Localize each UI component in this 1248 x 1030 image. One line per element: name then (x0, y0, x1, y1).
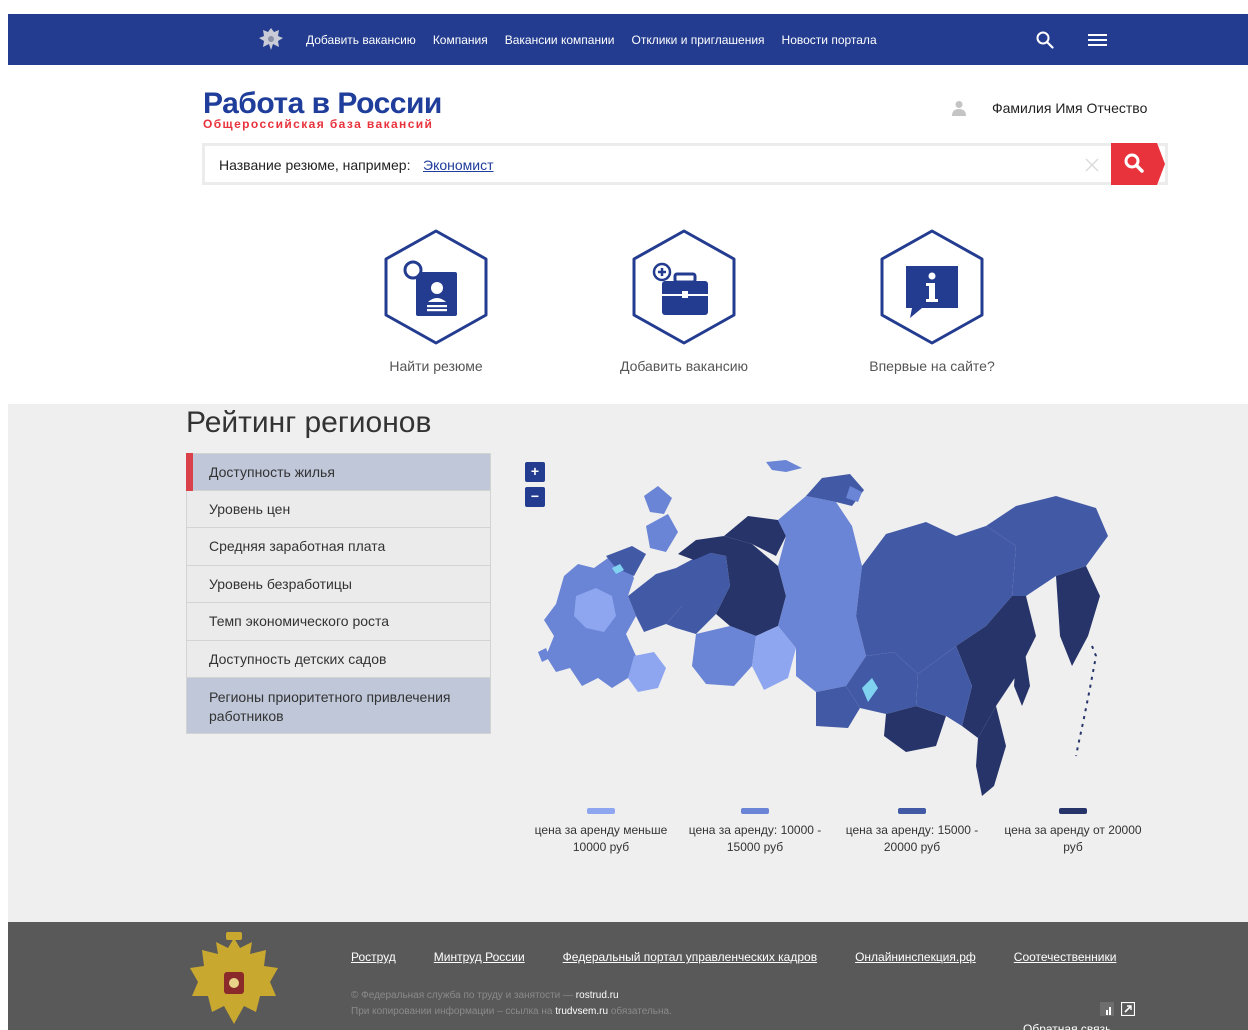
legend-item-1: цена за аренду меньше 10000 руб (526, 808, 676, 856)
map-region-kaliningrad[interactable] (538, 648, 550, 662)
legend-item-4: цена за аренду от 20000 руб (998, 808, 1148, 856)
nav-add-vacancy[interactable]: Добавить вакансию (306, 33, 416, 47)
legend-label-2: цена за аренду: 10000 - 15000 руб (688, 823, 822, 854)
tab-salary[interactable]: Средняя заработная плата (186, 528, 491, 566)
map-region-west-siberia[interactable] (692, 626, 756, 686)
tile-first-visit-label: Впервые на сайте? (869, 358, 995, 374)
copy-notice-prefix: При копировании информации – ссылка на (351, 1006, 556, 1017)
footer-copyright: © Федеральная служба по труду и занятост… (351, 988, 672, 1020)
feedback-link[interactable]: Обратная связь (1023, 1022, 1111, 1030)
user-icon (952, 101, 966, 116)
logo-title: Работа в России (203, 87, 442, 120)
nav-links: Добавить вакансию Компания Вакансии комп… (306, 14, 894, 65)
nav-news[interactable]: Новости портала (782, 33, 877, 47)
map-region-south[interactable] (628, 652, 666, 692)
legend-swatch-2 (741, 808, 769, 814)
tab-kindergartens[interactable]: Доступность детских садов (186, 640, 491, 678)
map-region-zabaikal[interactable] (884, 706, 946, 752)
eagle-emblem-icon[interactable] (258, 26, 284, 52)
tab-prices[interactable]: Уровень цен (186, 490, 491, 528)
tile-find-resume[interactable]: Найти резюме (361, 228, 511, 374)
copy-notice-site[interactable]: trudvsem.ru (555, 1006, 608, 1017)
nav-company-vacancies[interactable]: Вакансии компании (505, 33, 615, 47)
menu-icon[interactable] (1088, 33, 1107, 47)
tile-first-visit[interactable]: Впервые на сайте? (857, 228, 1007, 374)
external-link-icon[interactable] (1121, 1002, 1135, 1016)
footer: Роструд Минтруд России Федеральный порта… (8, 922, 1248, 1030)
rating-tabs: Доступность жилья Уровень цен Средняя за… (186, 453, 491, 734)
nav-responses[interactable]: Отклики и приглашения (631, 33, 764, 47)
clear-icon[interactable] (1085, 158, 1099, 172)
legend-item-2: цена за аренду: 10000 - 15000 руб (680, 808, 830, 856)
page: Добавить вакансию Компания Вакансии комп… (0, 0, 1248, 1030)
add-briefcase-icon (632, 229, 736, 345)
map-region-novaya-zemlya[interactable] (644, 486, 672, 514)
logo-subtitle: Общероссийская база вакансий (203, 117, 434, 131)
footer-link-onlineinspection[interactable]: Онлайнинспекция.рф (855, 950, 976, 964)
tab-growth[interactable]: Темп экономического роста (186, 603, 491, 641)
footer-links: Роструд Минтруд России Федеральный порта… (351, 950, 1154, 964)
map-region-kamchatka[interactable] (1056, 566, 1100, 666)
legend-label-3: цена за аренду: 15000 - 20000 руб (845, 823, 979, 854)
russia-regions-map[interactable] (516, 456, 1126, 806)
search-example-link[interactable]: Экономист (423, 157, 494, 173)
footer-link-rostrud[interactable]: Роструд (351, 950, 396, 964)
user-profile[interactable]: Фамилия Имя Отчество (952, 100, 1147, 116)
legend-label-1: цена за аренду меньше 10000 руб (534, 823, 668, 854)
legend-label-4: цена за аренду от 20000 руб (1004, 823, 1142, 854)
counter-icon[interactable] (1100, 1002, 1114, 1016)
legend-swatch-4 (1059, 808, 1087, 814)
nav-company[interactable]: Компания (433, 33, 488, 47)
resume-search-icon (384, 229, 488, 345)
rating-title: Рейтинг регионов (186, 406, 432, 439)
map-region-franz-josef[interactable] (766, 460, 802, 472)
region-rating-section: Рейтинг регионов Доступность жилья Урове… (8, 404, 1248, 922)
tile-add-vacancy[interactable]: Добавить вакансию (609, 228, 759, 374)
copyright-site[interactable]: rostrud.ru (576, 990, 619, 1001)
footer-link-mintrud[interactable]: Минтруд России (434, 950, 525, 964)
copy-notice-suffix: обязательна. (608, 1006, 672, 1017)
info-icon (880, 229, 984, 345)
tab-unemployment[interactable]: Уровень безработицы (186, 565, 491, 603)
tab-housing[interactable]: Доступность жилья (186, 453, 491, 491)
user-name: Фамилия Имя Отчество (992, 100, 1148, 116)
coat-of-arms-icon (190, 932, 278, 1024)
tile-find-resume-label: Найти резюме (389, 358, 483, 374)
legend-swatch-1 (587, 808, 615, 814)
search-submit-button[interactable] (1111, 143, 1165, 185)
map-region-kuril (1075, 645, 1098, 757)
site-logo[interactable]: Работа в России Общероссийская база вака… (203, 87, 442, 131)
legend-item-3: цена за аренду: 15000 - 20000 руб (837, 808, 987, 856)
footer-link-personnel-portal[interactable]: Федеральный портал управленческих кадров (563, 950, 817, 964)
search-hint: Название резюме, например: (219, 157, 411, 173)
search-icon[interactable] (1036, 31, 1054, 49)
tab-priority-regions[interactable]: Регионы приоритетного привлечения работн… (186, 678, 491, 734)
resume-search-bar[interactable]: Название резюме, например: Экономист (202, 143, 1168, 185)
tile-add-vacancy-label: Добавить вакансию (619, 358, 749, 374)
top-nav: Добавить вакансию Компания Вакансии комп… (8, 14, 1248, 65)
footer-link-compatriots[interactable]: Соотечественники (1014, 950, 1117, 964)
map-region-karelia[interactable] (646, 514, 678, 552)
copyright-prefix: © Федеральная служба по труду и занятост… (351, 990, 576, 1001)
legend-swatch-3 (898, 808, 926, 814)
